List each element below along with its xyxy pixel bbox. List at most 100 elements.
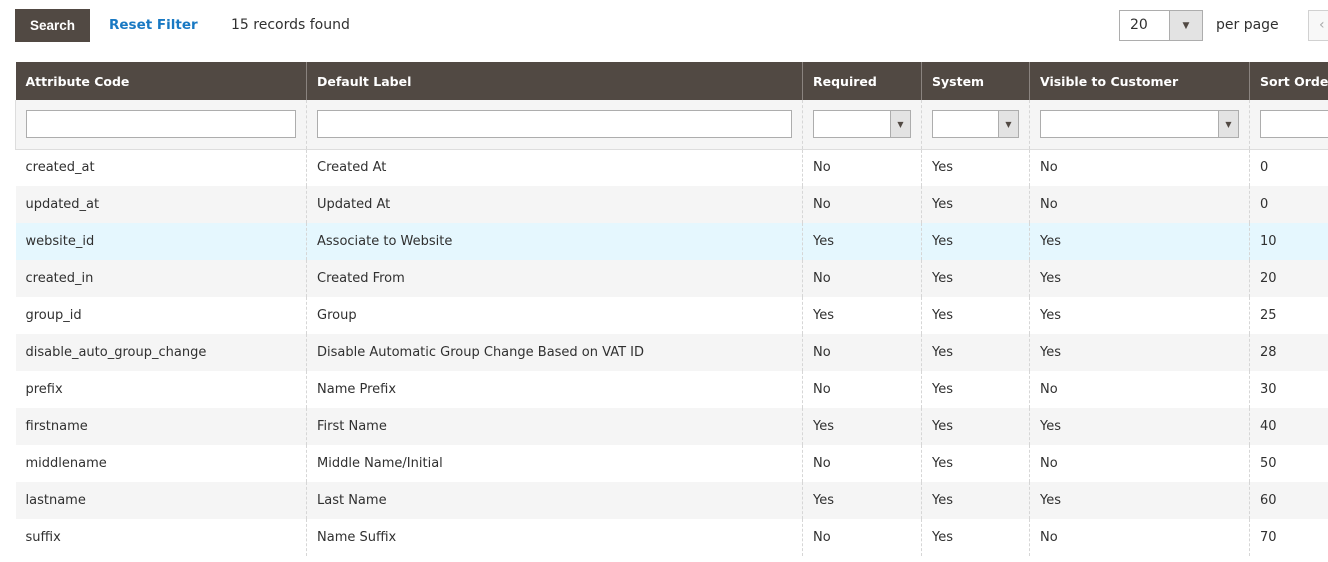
table-row[interactable]: website_id Associate to Website Yes Yes Yes 1… [15,223,1328,260]
filter-visible-select[interactable]: ▼ [1040,110,1239,139]
column-header[interactable]: Default Label [306,62,803,100]
column-header[interactable]: Sort Order [1249,62,1328,100]
table-cell: Disable Automatic Group Change Based on … [306,334,803,371]
table-cell: Updated At [306,186,803,223]
table-cell: Yes [1029,223,1250,260]
table-cell: No [802,519,922,556]
table-cell: Last Name [306,482,803,519]
chevron-down-icon[interactable]: ▼ [1169,11,1202,40]
filter-row: ▼ ▼ ▼ [15,100,1328,150]
table-cell: created_in [15,260,307,297]
table-cell: Yes [921,186,1030,223]
table-row[interactable]: updated_at Updated At No Yes No 0 [15,186,1328,223]
table-cell: No [1029,445,1250,482]
per-page-label: per page [1216,17,1279,33]
table-row[interactable]: created_at Created At No Yes No 0 [16,149,1328,186]
table-cell: No [1029,186,1250,223]
column-header[interactable]: System [921,62,1030,100]
table-cell: created_at [25,160,95,176]
table-cell: Created From [306,260,803,297]
records-count: 15 records found [231,17,350,33]
filter-attribute-code-input[interactable] [26,110,296,139]
grid-toolbar: Search Reset Filter 15 records found 20 … [0,0,1328,62]
table-cell: Yes [802,223,922,260]
table-cell: 10 [1249,223,1328,260]
table-cell: No [1029,371,1250,408]
table-cell: group_id [25,308,82,323]
table-cell: 30 [1249,371,1328,408]
table-cell: updated_at [15,186,307,223]
search-button[interactable]: Search [15,9,90,42]
table-cell: No [1029,519,1250,556]
table-cell: middlename [25,456,107,471]
table-cell: Associate to Website [306,223,803,260]
table-row[interactable]: suffix Name Suffix No Yes No 70 [16,519,1328,556]
table-cell: 20 [1249,260,1328,297]
filter-sort-order-input[interactable] [1260,110,1328,139]
table-cell: 0 [1249,149,1328,186]
reset-filter-link[interactable]: Reset Filter [109,17,198,33]
table-cell: firstname [15,408,307,445]
table-cell: Name Suffix [306,519,803,556]
table-cell: Yes [921,445,1030,482]
table-cell: Middle Name/Initial [306,445,803,482]
table-row[interactable]: middlename Middle Name/Initial No Yes No 50 [16,445,1328,482]
table-cell: No [802,149,922,186]
chevron-down-icon: ▼ [890,111,910,138]
table-cell: 25 [1249,297,1328,334]
column-header[interactable]: Required [802,62,922,100]
table-row[interactable]: lastname Last Name Yes Yes Yes 60 [15,482,1328,519]
table-cell: No [802,186,922,223]
table-cell: Yes [921,260,1030,297]
table-cell: 70 [1249,519,1328,556]
chevron-down-icon: ▼ [998,111,1018,138]
table-row[interactable]: firstname First Name Yes Yes Yes 40 [15,408,1328,445]
per-page-select[interactable]: 20 ▼ [1119,10,1203,41]
filter-required-select[interactable]: ▼ [813,110,911,139]
table-cell: Group [306,297,803,334]
table-cell: Yes [921,371,1030,408]
table-cell: Name Prefix [306,371,803,408]
table-cell: Yes [1029,297,1250,334]
table-cell: Yes [1029,260,1250,297]
table-cell: Yes [1029,408,1250,445]
table-row[interactable]: group_id Group Yes Yes Yes 25 [16,297,1328,334]
table-cell: suffix [25,530,61,545]
table-cell: No [1029,149,1250,186]
table-row[interactable]: created_in Created From No Yes Yes 20 [15,260,1328,297]
table-cell: website_id [15,223,307,260]
filter-default-label-input[interactable] [317,110,792,139]
table-cell: Yes [921,149,1030,186]
filter-system-select[interactable]: ▼ [932,110,1019,139]
table-cell: 60 [1249,482,1328,519]
table-cell: No [802,260,922,297]
table-cell: Yes [802,482,922,519]
table-cell: No [802,334,922,371]
table-cell: Yes [921,334,1030,371]
table-cell: Yes [1029,334,1250,371]
table-cell: No [802,371,922,408]
table-row[interactable]: prefix Name Prefix No Yes No 30 [16,371,1328,408]
table-cell: Yes [1029,482,1250,519]
chevron-down-icon: ▼ [1218,111,1238,138]
table-cell: Created At [306,149,803,186]
table-row[interactable]: disable_auto_group_change Disable Automat… [15,334,1328,371]
chevron-left-icon: ‹ [1319,17,1325,33]
table-cell: Yes [802,297,922,334]
table-cell: prefix [25,382,63,397]
previous-page-button[interactable]: ‹ [1308,10,1328,41]
column-header[interactable]: Attribute Code [15,62,307,100]
table-cell: No [802,445,922,482]
table-cell: Yes [802,408,922,445]
table-cell: 0 [1249,186,1328,223]
table-cell: Yes [921,519,1030,556]
table-cell: Yes [921,297,1030,334]
table-cell: First Name [306,408,803,445]
table-cell: Yes [921,482,1030,519]
table-cell: 40 [1249,408,1328,445]
table-cell: Yes [921,408,1030,445]
column-header[interactable]: Visible to Customer [1029,62,1250,100]
table-cell: lastname [15,482,307,519]
per-page-value: 20 [1130,17,1148,33]
table-cell: disable_auto_group_change [15,334,307,371]
